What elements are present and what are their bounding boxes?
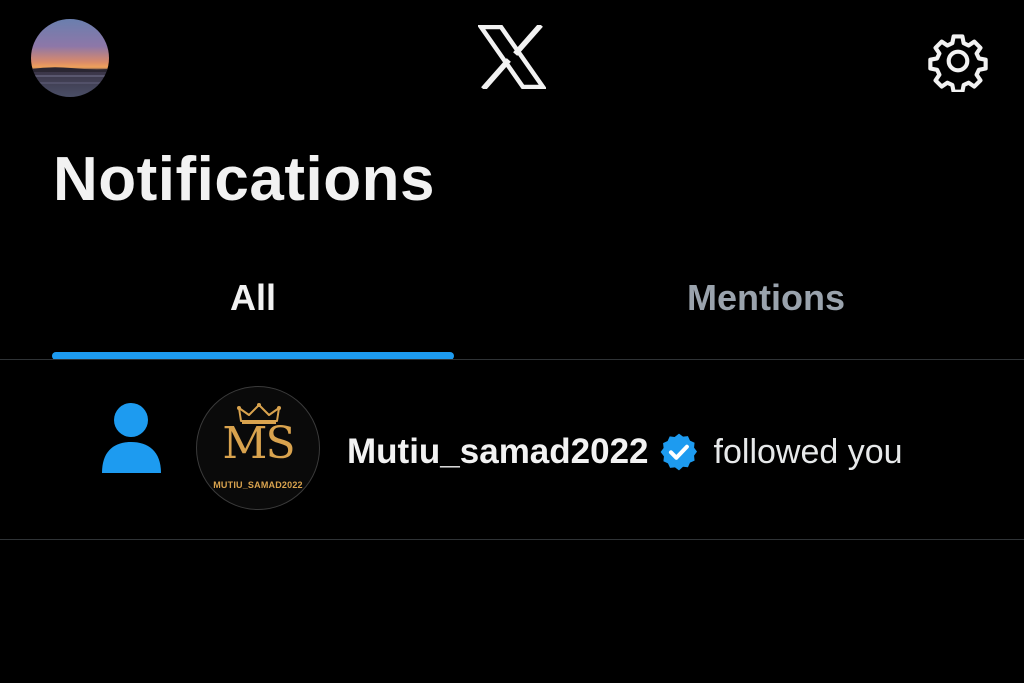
profile-avatar[interactable] xyxy=(31,19,109,97)
notification-item[interactable]: MS MUTIU_SAMAD2022 Mutiu_samad2022 follo… xyxy=(0,361,1024,539)
notification-text: Mutiu_samad2022 followed you xyxy=(347,427,903,477)
tab-mentions-label: Mentions xyxy=(687,277,845,318)
avatar-caption: MUTIU_SAMAD2022 xyxy=(213,480,303,490)
username-link[interactable]: Mutiu_samad2022 xyxy=(347,432,649,472)
top-bar xyxy=(0,0,1024,120)
person-icon xyxy=(100,401,164,475)
row-divider xyxy=(0,539,1024,540)
notification-tabs: All Mentions xyxy=(0,255,1024,360)
notification-action: followed you xyxy=(713,432,903,471)
tabs-divider xyxy=(0,359,1024,360)
tab-mentions[interactable]: Mentions xyxy=(560,255,972,360)
x-logo-icon[interactable] xyxy=(476,23,548,91)
tab-all[interactable]: All xyxy=(52,255,454,360)
page-title: Notifications xyxy=(53,145,435,214)
tab-all-label: All xyxy=(229,277,276,318)
sunset-photo xyxy=(31,19,109,97)
gear-icon[interactable] xyxy=(927,30,989,94)
follower-avatar[interactable]: MS MUTIU_SAMAD2022 xyxy=(196,386,320,510)
verified-badge-icon xyxy=(660,433,697,471)
avatar-monogram: MS xyxy=(222,418,295,469)
